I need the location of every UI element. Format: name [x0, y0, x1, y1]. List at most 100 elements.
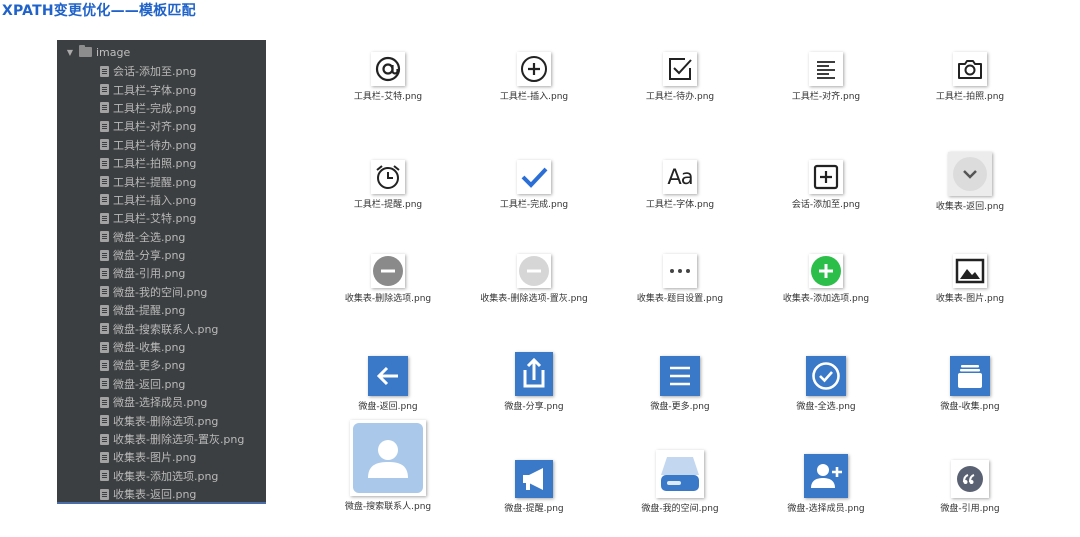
- icon-filename: 微盘-我的空间.png: [641, 504, 719, 514]
- share-upload-icon: [515, 352, 553, 396]
- tree-file-item[interactable]: 工具栏-待办.png: [100, 136, 244, 154]
- icon-filename: 微盘-收集.png: [940, 402, 1000, 412]
- grid-cell-at: 工具栏-艾特.png: [318, 52, 458, 102]
- grid-cell-weipan-share: 微盘-分享.png: [464, 352, 604, 412]
- checkmark-icon: [517, 160, 551, 194]
- file-name: 会话-添加至.png: [113, 65, 197, 79]
- folder-icon: [79, 45, 92, 57]
- file-name: 工具栏-提醒.png: [113, 175, 197, 189]
- png-file-icon: [100, 249, 109, 261]
- png-file-icon: [100, 102, 109, 114]
- tree-file-item[interactable]: 收集表-删除选项-置灰.png: [100, 430, 244, 448]
- icon-filename: 收集表-添加选项.png: [782, 294, 870, 304]
- icon-filename: 收集表-删除选项-置灰.png: [480, 294, 588, 304]
- tree-file-item[interactable]: 微盘-更多.png: [100, 356, 244, 374]
- icon-filename: 微盘-分享.png: [504, 402, 564, 412]
- project-file-tree: ▼ image 会话-添加至.png 工具栏-字体.png 工具栏-完成.png 工具…: [57, 40, 266, 504]
- minus-circle-icon: [371, 254, 405, 288]
- file-name: 收集表-删除选项-置灰.png: [113, 433, 245, 446]
- icon-filename: 工具栏-待办.png: [645, 92, 715, 102]
- menu-lines-icon: [660, 356, 700, 396]
- icon-filename: 微盘-搜索联系人.png: [344, 502, 432, 512]
- tree-file-item[interactable]: 微盘-提醒.png: [100, 301, 244, 319]
- tree-file-item[interactable]: 微盘-搜索联系人.png: [100, 319, 244, 337]
- file-name: 工具栏-待办.png: [113, 138, 197, 152]
- file-name: 收集表-删除选项.png: [113, 414, 219, 428]
- storage-drive-icon: [656, 450, 704, 498]
- tree-folder-image[interactable]: ▼ image: [65, 44, 130, 60]
- file-name: 工具栏-插入.png: [113, 193, 197, 207]
- file-name: 工具栏-完成.png: [113, 101, 197, 115]
- check-circle-icon: [806, 356, 846, 396]
- grid-cell-weipan-search-contact: 微盘-搜索联系人.png: [318, 420, 458, 512]
- icon-filename: 微盘-提醒.png: [504, 504, 564, 514]
- tree-file-item[interactable]: 工具栏-字体.png: [100, 80, 244, 98]
- tree-file-item[interactable]: 工具栏-拍照.png: [100, 154, 244, 172]
- arrow-left-icon: [368, 356, 408, 396]
- grid-cell-weipan-quote: 微盘-引用.png: [900, 460, 1040, 514]
- grid-cell-form-image: 收集表-图片.png: [900, 254, 1040, 304]
- file-name: 微盘-分享.png: [113, 249, 186, 263]
- file-name: 微盘-全选.png: [113, 230, 186, 244]
- png-file-icon: [100, 359, 109, 371]
- tree-file-item[interactable]: 收集表-删除选项.png: [100, 411, 244, 429]
- at-icon: [371, 52, 405, 86]
- grid-cell-form-back: 收集表-返回.png: [900, 152, 1040, 212]
- file-name: 微盘-收集.png: [113, 341, 186, 355]
- grid-cell-font: Aa 工具栏-字体.png: [610, 160, 750, 210]
- tree-file-item[interactable]: 微盘-收集.png: [100, 338, 244, 356]
- tree-file-item[interactable]: 工具栏-提醒.png: [100, 172, 244, 190]
- file-name: 微盘-选择成员.png: [113, 396, 208, 410]
- png-file-icon: [100, 470, 109, 482]
- grid-cell-alarm: 工具栏-提醒.png: [318, 160, 458, 210]
- grid-cell-question-settings: 收集表-题目设置.png: [610, 254, 750, 304]
- file-name: 工具栏-拍照.png: [113, 157, 197, 171]
- png-file-icon: [100, 415, 109, 427]
- contact-avatar-icon: [350, 420, 426, 496]
- icon-filename: 微盘-更多.png: [650, 402, 710, 412]
- tree-file-item[interactable]: 微盘-返回.png: [100, 375, 244, 393]
- icon-filename: 收集表-题目设置.png: [636, 294, 724, 304]
- tree-file-item[interactable]: 微盘-选择成员.png: [100, 393, 244, 411]
- icon-filename: 工具栏-完成.png: [499, 200, 569, 210]
- chevron-down-icon[interactable]: ▼: [65, 48, 75, 57]
- png-file-icon: [100, 231, 109, 243]
- tree-file-item[interactable]: 工具栏-对齐.png: [100, 117, 244, 135]
- file-name: 微盘-引用.png: [113, 267, 186, 281]
- tree-file-item[interactable]: 微盘-全选.png: [100, 228, 244, 246]
- png-file-icon: [100, 433, 109, 445]
- file-name: 微盘-更多.png: [113, 359, 186, 373]
- png-file-icon: [100, 304, 109, 316]
- png-file-icon: [100, 176, 109, 188]
- grid-cell-align: 工具栏-对齐.png: [756, 52, 896, 102]
- png-file-icon: [100, 267, 109, 279]
- png-file-icon: [100, 341, 109, 353]
- icon-filename: 收集表-返回.png: [935, 202, 1005, 212]
- tree-file-item[interactable]: 收集表-图片.png: [100, 448, 244, 466]
- tree-file-item[interactable]: 工具栏-完成.png: [100, 99, 244, 117]
- icon-filename: 工具栏-拍照.png: [935, 92, 1005, 102]
- tree-file-item[interactable]: 收集表-返回.png: [100, 485, 244, 503]
- grid-cell-weipan-my-space: 微盘-我的空间.png: [610, 450, 750, 514]
- more-dots-icon: [663, 254, 697, 288]
- file-name: 微盘-我的空间.png: [113, 285, 208, 299]
- icon-filename: 会话-添加至.png: [791, 200, 861, 210]
- tree-file-item[interactable]: 微盘-我的空间.png: [100, 283, 244, 301]
- add-user-icon: [804, 454, 848, 498]
- tree-file-item[interactable]: 收集表-添加选项.png: [100, 467, 244, 485]
- icon-filename: 收集表-图片.png: [935, 294, 1005, 304]
- font-icon: Aa: [663, 160, 697, 194]
- tree-file-item[interactable]: 微盘-分享.png: [100, 246, 244, 264]
- tree-file-item[interactable]: 微盘-引用.png: [100, 264, 244, 282]
- image-icon: [953, 254, 987, 288]
- tree-file-item[interactable]: 工具栏-艾特.png: [100, 209, 244, 227]
- grid-cell-weipan-select-all: 微盘-全选.png: [756, 356, 896, 412]
- file-name: 工具栏-字体.png: [113, 83, 197, 97]
- file-name: 微盘-提醒.png: [113, 304, 186, 318]
- tree-file-item[interactable]: 工具栏-插入.png: [100, 191, 244, 209]
- tree-file-item[interactable]: 会话-添加至.png: [100, 62, 244, 80]
- font-glyph: Aa: [667, 165, 693, 189]
- icon-filename: 工具栏-提醒.png: [353, 200, 423, 210]
- png-file-icon: [100, 396, 109, 408]
- icon-filename: 微盘-选择成员.png: [787, 504, 865, 514]
